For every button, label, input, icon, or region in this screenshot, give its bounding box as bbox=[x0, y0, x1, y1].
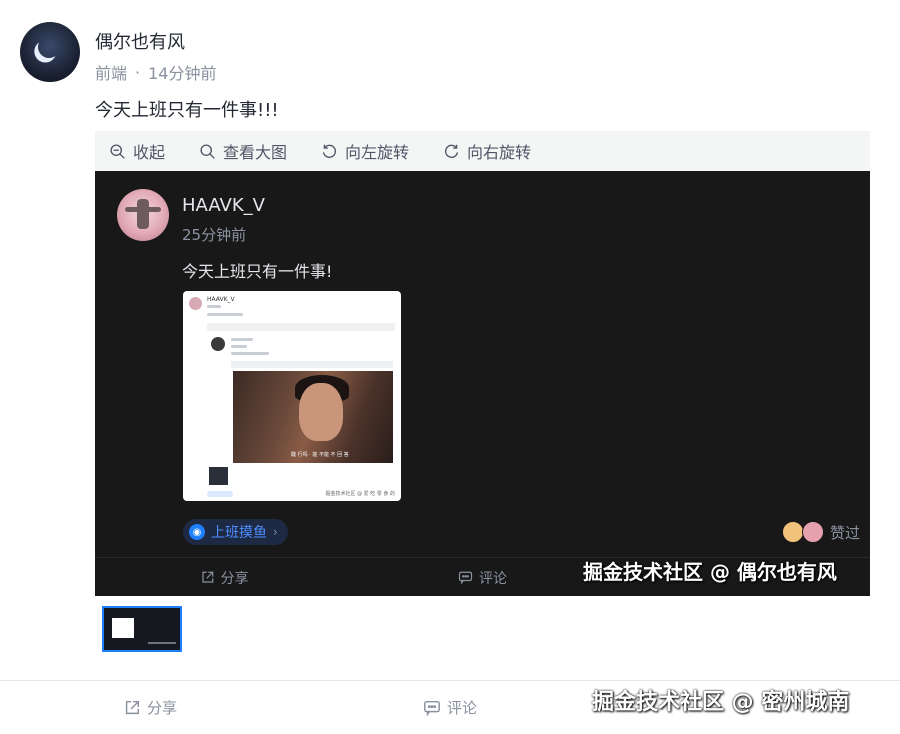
zoom-out-icon bbox=[110, 143, 125, 159]
nested-footer: 掘金技术社区 @ 爱 吃 零 食 的 bbox=[325, 491, 395, 497]
liked-by: 赞过 bbox=[781, 521, 860, 543]
search-icon bbox=[200, 143, 215, 159]
nested-toolbar bbox=[207, 323, 395, 331]
inner-post-content: 今天上班只有一件事! bbox=[182, 262, 333, 281]
nested-tag bbox=[207, 491, 233, 497]
nested-toolbar-2 bbox=[231, 361, 393, 368]
post-category[interactable]: 前端 bbox=[95, 60, 127, 84]
nested-author: HAAVK_V bbox=[207, 296, 235, 303]
rotate-right-button[interactable]: 向右旋转 bbox=[443, 139, 531, 163]
rotate-right-icon bbox=[445, 144, 459, 158]
inner-post-time: 25分钟前 bbox=[182, 226, 247, 244]
view-large-button[interactable]: 查看大图 bbox=[199, 139, 287, 163]
topic-icon: ◉ bbox=[189, 524, 205, 540]
view-large-label: 查看大图 bbox=[223, 143, 288, 162]
rotate-left-button[interactable]: 向左旋转 bbox=[321, 139, 409, 163]
comment-label: 评论 bbox=[446, 699, 477, 717]
rotate-left-label: 向左旋转 bbox=[345, 143, 410, 162]
inner-comment-label: 评论 bbox=[478, 570, 507, 587]
author-avatar[interactable] bbox=[20, 22, 80, 82]
nested-subtitle: 酸 行吗 · 能 不能 不 回 答 bbox=[291, 452, 349, 458]
nested-thumb bbox=[209, 467, 228, 485]
share-icon bbox=[125, 700, 140, 714]
nested-avatar-2 bbox=[211, 337, 225, 351]
inner-comment: 评论 bbox=[353, 568, 611, 588]
viewer-toolbar: 收起 查看大图 向左旋转 向右旋转 bbox=[95, 131, 870, 171]
topic-label: 上班摸鱼 bbox=[211, 525, 267, 541]
meta-separator: · bbox=[135, 62, 141, 82]
rotate-left-icon bbox=[322, 144, 337, 158]
liker-avatar bbox=[781, 521, 804, 543]
comment-button[interactable]: 评论 bbox=[300, 697, 600, 718]
rotate-right-label: 向右旋转 bbox=[467, 143, 532, 162]
chevron-right-icon: › bbox=[273, 525, 278, 539]
inner-share-label: 分享 bbox=[220, 570, 249, 587]
share-icon bbox=[202, 571, 214, 583]
thumbnail-selected[interactable] bbox=[102, 606, 182, 652]
collapse-label: 收起 bbox=[133, 143, 166, 162]
liker-avatar bbox=[801, 521, 824, 543]
author-name[interactable]: 偶尔也有风 bbox=[95, 28, 185, 54]
comment-icon bbox=[458, 571, 473, 585]
topic-tag: ◉ 上班摸鱼 › bbox=[183, 519, 288, 545]
watermark-outer: 掘金技术社区 @ 密州城南 bbox=[592, 690, 850, 715]
collapse-button[interactable]: 收起 bbox=[109, 139, 165, 163]
post-time: 14分钟前 bbox=[148, 64, 217, 83]
post-content: 今天上班只有一件事!!! bbox=[95, 100, 279, 121]
inner-share: 分享 bbox=[95, 568, 353, 588]
share-button[interactable]: 分享 bbox=[0, 697, 300, 718]
post-meta: 前端 · 14分钟前 bbox=[95, 60, 216, 84]
comment-icon bbox=[424, 700, 440, 717]
nested-avatar bbox=[189, 297, 202, 310]
image-viewer: 收起 查看大图 向左旋转 向右旋转 HAAVK_V 25分钟前 今天上班只有一件… bbox=[95, 131, 870, 596]
watermark-inner: 掘金技术社区 @ 偶尔也有风 bbox=[583, 560, 837, 584]
share-label: 分享 bbox=[146, 699, 177, 717]
viewer-image[interactable]: HAAVK_V 25分钟前 今天上班只有一件事! HAAVK_V 酸 行吗 · … bbox=[95, 171, 870, 596]
nested-photo: 酸 行吗 · 能 不能 不 回 答 bbox=[233, 371, 393, 463]
liked-label: 赞过 bbox=[829, 523, 860, 542]
nested-screenshot: HAAVK_V 酸 行吗 · 能 不能 不 回 答 掘金技术社区 @ 爱 吃 零… bbox=[183, 291, 401, 501]
inner-author-avatar bbox=[117, 189, 169, 241]
inner-author-name: HAAVK_V bbox=[182, 195, 265, 216]
